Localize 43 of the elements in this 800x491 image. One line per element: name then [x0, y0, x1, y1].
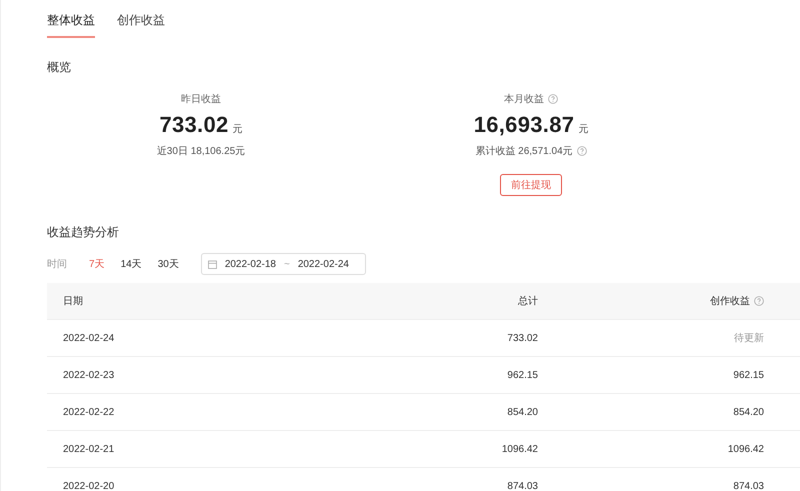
help-icon[interactable] [548, 94, 558, 104]
table-cell: 733.02 [507, 332, 538, 344]
table-cell: 874.03 [507, 480, 538, 491]
stat-subtext: 近30日 18,106.25元 [156, 144, 246, 158]
table-cell: 854.20 [507, 406, 538, 418]
stat-value: 16,693.87 [474, 112, 574, 138]
help-icon[interactable] [576, 146, 587, 156]
calendar-icon [208, 260, 217, 268]
table-cell-text: 待更新 [734, 332, 764, 345]
tab[interactable]: 整体收益 [47, 12, 95, 38]
withdraw-button[interactable]: 前往提现 [500, 174, 562, 196]
section-title: 收益趋势分析 [47, 224, 120, 241]
date-range-field[interactable]: 2022-02-18 ~ 2022-02-24 [200, 253, 366, 275]
table-cell: 1096.42 [502, 444, 538, 454]
stat-label: 昨日收益 [181, 93, 221, 106]
unit-label: 元 [232, 123, 243, 136]
table-cell: 874.03 [733, 480, 764, 491]
column-header: 创作收益 [710, 295, 750, 308]
table-cell: 1096.42 [728, 444, 764, 454]
table-cell: 2022-02-20 [63, 480, 114, 491]
stat-label: 本月收益 [504, 92, 544, 106]
table-cell: 962.15 [733, 370, 764, 380]
table-cell: 2022-02-21 [63, 444, 114, 454]
range-option[interactable]: 7天 [89, 257, 105, 271]
table-cell: 2022-02-23 [63, 370, 114, 380]
column-header: 总计 [518, 294, 538, 308]
tab[interactable]: 创作收益 [117, 12, 165, 38]
date-start: 2022-02-18 [224, 258, 276, 270]
help-icon[interactable] [754, 296, 764, 306]
unit-label: 元 [578, 123, 588, 136]
date-end: 2022-02-24 [298, 258, 349, 270]
table-cell: 962.15 [507, 370, 538, 380]
stat-value: 733.02 [159, 112, 229, 138]
stat-subtext: 累计收益 26,571.04元 [475, 144, 573, 158]
table-cell: 2022-02-22 [63, 406, 114, 418]
range-option[interactable]: 30天 [158, 257, 179, 271]
date-separator: ~ [284, 258, 290, 270]
table-cell: 2022-02-24 [63, 332, 114, 344]
range-option[interactable]: 14天 [120, 257, 142, 271]
table-cell: 854.20 [733, 406, 764, 418]
section-title: 概览 [47, 59, 72, 76]
column-header: 日期 [63, 294, 83, 308]
filter-label: 时间 [47, 258, 67, 271]
